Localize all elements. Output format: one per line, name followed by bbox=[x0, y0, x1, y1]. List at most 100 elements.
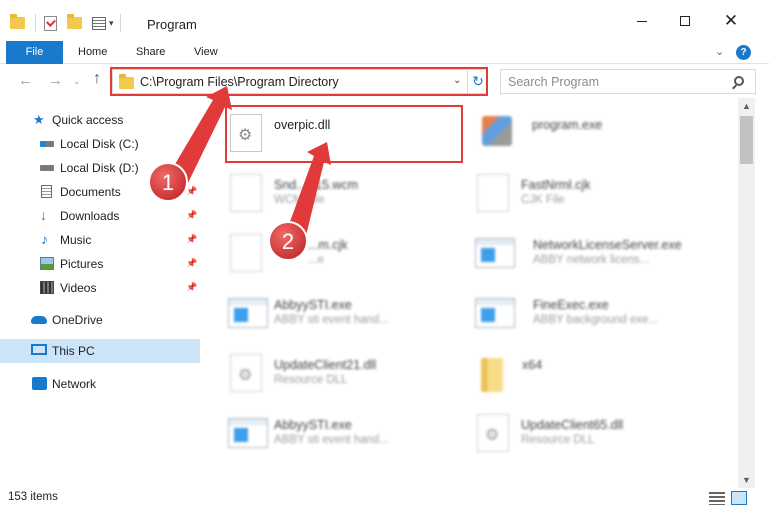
app-icon bbox=[475, 298, 515, 328]
window-title: Program bbox=[147, 17, 197, 32]
tab-view[interactable]: View bbox=[194, 41, 218, 64]
sidebar-item-label: Quick access bbox=[52, 113, 124, 127]
expand-ribbon-chevron-icon[interactable]: ⌄ bbox=[715, 45, 724, 58]
file-name: program.exe bbox=[532, 118, 603, 132]
search-icon[interactable] bbox=[734, 76, 744, 86]
title-bar: ▾ Program ✕ bbox=[0, 0, 769, 41]
videos-icon bbox=[40, 281, 54, 294]
minimize-icon bbox=[637, 20, 647, 22]
folder-icon bbox=[481, 358, 503, 392]
sidebar-item-videos[interactable]: Videos 📌 bbox=[0, 276, 200, 300]
folder-icon bbox=[10, 14, 25, 29]
vertical-scrollbar[interactable]: ▲ ▼ bbox=[738, 98, 755, 488]
properties-icon[interactable] bbox=[92, 16, 106, 30]
pin-icon[interactable]: 📌 bbox=[186, 282, 197, 293]
back-arrow-icon[interactable]: ← bbox=[18, 72, 33, 89]
sidebar-item-music[interactable]: ♪ Music 📌 bbox=[0, 228, 200, 252]
sidebar-item-pictures[interactable]: Pictures 📌 bbox=[0, 252, 200, 276]
sidebar-item-label: Network bbox=[52, 377, 97, 391]
blank-file-icon bbox=[230, 234, 262, 272]
search-input[interactable]: Search Program bbox=[508, 75, 599, 89]
drive-icon bbox=[40, 141, 54, 147]
file-type: Resource DLL bbox=[274, 374, 348, 386]
navigation-pane: ★ Quick access Local Disk (C:) Local Dis… bbox=[0, 98, 200, 488]
file-item[interactable]: FineExec.exe ABBY background exe... bbox=[447, 284, 687, 340]
sidebar-item-network[interactable]: Network bbox=[0, 372, 200, 396]
customize-toolbar-caret-icon[interactable]: ▾ bbox=[109, 18, 114, 29]
file-name: NetworkLicenseServer.exe bbox=[533, 238, 682, 252]
up-arrow-icon[interactable]: ↑ bbox=[93, 70, 101, 88]
tab-file[interactable]: File bbox=[6, 41, 63, 64]
download-icon: ↓ bbox=[40, 207, 47, 223]
toolbar-separator bbox=[35, 14, 36, 32]
file-type: Resource DLL bbox=[521, 434, 595, 446]
properties-check-icon[interactable] bbox=[44, 15, 57, 31]
file-item[interactable]: AbbyySTI.exe ABBY sti event hand... bbox=[200, 284, 440, 340]
scroll-down-icon[interactable]: ▼ bbox=[742, 475, 751, 485]
help-icon[interactable]: ? bbox=[736, 45, 751, 60]
new-folder-icon[interactable] bbox=[67, 14, 82, 29]
app-icon bbox=[228, 298, 268, 328]
music-icon: ♪ bbox=[41, 231, 48, 247]
file-item[interactable]: ...m.cjk ...e bbox=[200, 224, 440, 280]
recent-locations-chevron-icon[interactable]: ⌄ bbox=[73, 76, 81, 87]
address-highlight-box bbox=[110, 67, 488, 96]
search-box[interactable]: Search Program bbox=[500, 69, 756, 94]
sidebar-item-label: Music bbox=[60, 233, 92, 247]
file-item[interactable]: AbbyySTI.exe ABBY sti event hand... bbox=[200, 404, 440, 460]
blank-file-icon bbox=[477, 174, 509, 212]
ribbon-tabs: File Home Share View ⌄ ? bbox=[0, 41, 769, 64]
pin-icon[interactable]: 📌 bbox=[186, 234, 197, 245]
file-type: ABBY sti event hand... bbox=[274, 314, 389, 326]
file-item[interactable]: x64 bbox=[447, 344, 687, 400]
sidebar-item-label: OneDrive bbox=[52, 313, 103, 327]
file-item[interactable]: UpdateClient21.dll Resource DLL bbox=[200, 344, 440, 400]
exe-icon bbox=[482, 116, 512, 146]
file-item[interactable]: FastNrml.cjk CJK File bbox=[447, 164, 687, 220]
details-view-icon[interactable] bbox=[709, 492, 725, 505]
file-name: ...m.cjk bbox=[308, 238, 348, 252]
cloud-icon bbox=[31, 316, 47, 324]
file-name: x64 bbox=[522, 358, 543, 372]
maximize-icon bbox=[680, 16, 690, 26]
sidebar-item-this-pc[interactable]: This PC bbox=[0, 339, 200, 363]
file-name: UpdateClient65.dll bbox=[521, 418, 624, 432]
file-item[interactable]: program.exe bbox=[452, 104, 692, 160]
file-item[interactable]: Snd...P15.wcm WCM File bbox=[200, 164, 440, 220]
sidebar-item-local-disk-c[interactable]: Local Disk (C:) bbox=[0, 132, 200, 156]
drive-icon bbox=[40, 165, 54, 171]
sidebar-item-label: Local Disk (C:) bbox=[60, 137, 139, 151]
close-button[interactable]: ✕ bbox=[708, 6, 754, 36]
toolbar-separator bbox=[119, 14, 121, 32]
sidebar-item-quick-access[interactable]: ★ Quick access bbox=[0, 108, 200, 132]
file-name: FastNrml.cjk bbox=[521, 178, 591, 192]
file-name: UpdateClient21.dll bbox=[274, 358, 377, 372]
sidebar-item-label: Local Disk (D:) bbox=[60, 161, 139, 175]
tiles-view-icon[interactable] bbox=[731, 491, 747, 505]
pictures-icon bbox=[40, 257, 54, 270]
minimize-button[interactable] bbox=[619, 6, 665, 36]
sidebar-item-downloads[interactable]: ↓ Downloads 📌 bbox=[0, 204, 200, 228]
pc-icon bbox=[31, 344, 47, 355]
file-type: ABBY sti event hand... bbox=[274, 434, 389, 446]
sidebar-item-onedrive[interactable]: OneDrive bbox=[0, 308, 200, 332]
scrollbar-thumb[interactable] bbox=[740, 116, 753, 164]
quick-access-toolbar: ▾ bbox=[10, 12, 129, 34]
pin-icon[interactable]: 📌 bbox=[186, 162, 197, 173]
file-item[interactable]: UpdateClient65.dll Resource DLL bbox=[447, 404, 687, 460]
pin-icon[interactable]: 📌 bbox=[186, 186, 197, 197]
forward-arrow-icon[interactable]: → bbox=[48, 72, 63, 89]
scroll-up-icon[interactable]: ▲ bbox=[742, 101, 751, 111]
window-bottom-edge bbox=[0, 510, 769, 523]
pin-icon[interactable]: 📌 bbox=[186, 258, 197, 269]
sidebar-item-label: This PC bbox=[52, 344, 95, 358]
documents-icon bbox=[41, 185, 52, 198]
file-type: WCM File bbox=[274, 194, 325, 206]
tab-share[interactable]: Share bbox=[136, 41, 165, 64]
pin-icon[interactable]: 📌 bbox=[186, 210, 197, 221]
maximize-button[interactable] bbox=[662, 6, 708, 36]
sidebar-item-local-disk-d[interactable]: Local Disk (D:) 📌 bbox=[0, 156, 200, 180]
sidebar-item-documents[interactable]: Documents 📌 bbox=[0, 180, 200, 204]
tab-home[interactable]: Home bbox=[78, 41, 107, 64]
file-item[interactable]: NetworkLicenseServer.exe ABBY network li… bbox=[447, 224, 687, 280]
